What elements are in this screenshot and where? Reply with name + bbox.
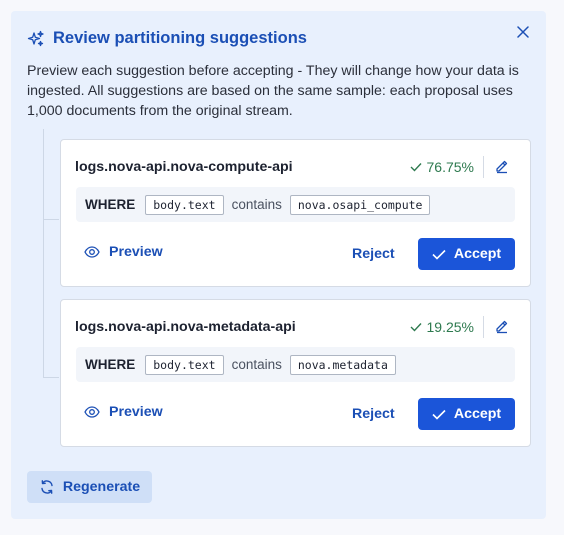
- accept-button[interactable]: Accept: [418, 238, 515, 270]
- edit-button[interactable]: [494, 158, 510, 174]
- preview-label: Preview: [109, 404, 163, 420]
- condition-row: WHERE body.text contains nova.metadata: [76, 347, 515, 382]
- condition-field: body.text: [145, 194, 224, 215]
- accept-label: Accept: [453, 246, 502, 262]
- suggestion-name: logs.nova-api.nova-compute-api: [75, 159, 293, 175]
- check-icon: [432, 409, 446, 420]
- reject-button[interactable]: Reject: [352, 246, 395, 262]
- preview-button[interactable]: Preview: [84, 404, 163, 420]
- percentage-value: 19.25%: [426, 319, 474, 335]
- reject-button[interactable]: Reject: [352, 406, 395, 422]
- condition-field: body.text: [145, 354, 224, 375]
- tree-branch: [43, 377, 59, 378]
- where-keyword: WHERE: [85, 197, 136, 212]
- sparkles-icon: [27, 30, 45, 48]
- tree-branch: [43, 219, 59, 220]
- percentage-value: 76.75%: [426, 159, 474, 175]
- condition-row: WHERE body.text contains nova.osapi_comp…: [76, 187, 515, 222]
- condition-value: nova.metadata: [289, 354, 396, 375]
- pencil-icon: [494, 158, 510, 174]
- condition-operator: contains: [231, 197, 282, 212]
- eye-icon: [84, 246, 100, 258]
- check-icon: [432, 249, 446, 260]
- eye-icon: [84, 406, 100, 418]
- match-percentage: 19.25%: [410, 319, 474, 335]
- preview-button[interactable]: Preview: [84, 244, 163, 260]
- tree-line: [43, 129, 44, 377]
- regenerate-button[interactable]: Regenerate: [27, 471, 152, 503]
- suggestion-card: logs.nova-api.nova-metadata-api 19.25% W…: [60, 299, 531, 447]
- check-icon: [410, 322, 422, 332]
- divider: [483, 156, 484, 178]
- check-icon: [410, 162, 422, 172]
- panel-header: Review partitioning suggestions: [27, 29, 307, 48]
- condition-value: nova.osapi_compute: [289, 194, 431, 215]
- regenerate-label: Regenerate: [62, 479, 141, 495]
- condition-operator: contains: [231, 357, 282, 372]
- panel-description: Preview each suggestion before accepting…: [27, 63, 519, 119]
- match-percentage: 76.75%: [410, 159, 474, 175]
- refresh-icon: [39, 479, 55, 495]
- preview-label: Preview: [109, 244, 163, 260]
- accept-button[interactable]: Accept: [418, 398, 515, 430]
- suggestion-card: logs.nova-api.nova-compute-api 76.75% WH…: [60, 139, 531, 287]
- panel-title: Review partitioning suggestions: [53, 29, 307, 47]
- where-keyword: WHERE: [85, 357, 136, 372]
- close-icon: [517, 26, 529, 38]
- divider: [483, 316, 484, 338]
- edit-button[interactable]: [494, 318, 510, 334]
- accept-label: Accept: [453, 406, 502, 422]
- suggestion-name: logs.nova-api.nova-metadata-api: [75, 319, 296, 335]
- close-button[interactable]: [514, 23, 532, 41]
- suggestions-panel: Review partitioning suggestions Preview …: [11, 11, 546, 519]
- pencil-icon: [494, 318, 510, 334]
